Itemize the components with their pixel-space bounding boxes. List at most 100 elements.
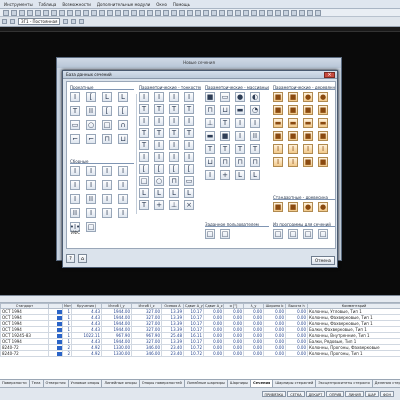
section-shape-icon[interactable]: T — [169, 128, 179, 138]
help-icon[interactable]: ? — [66, 253, 75, 263]
section-shape-icon[interactable]: I — [250, 118, 260, 128]
table-cell[interactable]: 23.40 — [161, 350, 184, 357]
section-shape-icon[interactable]: I — [205, 170, 215, 180]
section-shape-icon[interactable]: + — [220, 170, 230, 180]
section-shape-icon[interactable]: II — [70, 208, 80, 218]
section-shape-icon[interactable]: I — [86, 166, 96, 176]
section-shape-icon[interactable]: T — [184, 128, 194, 138]
table-cell[interactable]: 0.00 — [285, 350, 308, 357]
table-cell[interactable]: Колонны, Прогоны, Тип 1 — [307, 350, 400, 357]
section-shape-icon[interactable]: I — [118, 180, 128, 190]
section-shape-icon[interactable]: ⊔ — [205, 157, 215, 167]
section-shape-icon[interactable]: ■ — [205, 92, 215, 102]
table-cell[interactable]: 0.00 — [223, 350, 244, 357]
section-shape-icon[interactable]: ■ — [220, 131, 230, 141]
table-row[interactable]: 8240-72 2 4.92 1330.00 346.00 23.40 10.72 0.00 0… — [0, 350, 400, 357]
tab-4[interactable]: Линейные опоры — [102, 380, 140, 387]
section-shape-icon[interactable]: [ — [184, 164, 194, 174]
section-shape-icon[interactable]: L — [102, 92, 112, 102]
section-shape-icon[interactable]: II — [250, 131, 260, 141]
section-shape-icon[interactable]: ▬ — [303, 118, 313, 128]
section-shape-icon[interactable]: ● — [318, 202, 328, 212]
menu-item[interactable]: Окно — [156, 2, 167, 7]
section-shape-icon[interactable]: I — [154, 92, 164, 102]
toolbar-icon[interactable] — [235, 9, 241, 16]
section-shape-icon[interactable]: L — [139, 188, 149, 198]
section-shape-icon[interactable]: I — [184, 116, 194, 126]
status-toggle[interactable]: ЛИНИЯ — [345, 391, 364, 397]
toolbar-icon[interactable] — [67, 9, 73, 16]
toolbar-icon[interactable] — [10, 19, 15, 24]
menu-item[interactable]: Инструменты — [4, 2, 33, 7]
section-shape-icon[interactable]: ⊓ — [220, 157, 230, 167]
section-shape-icon[interactable]: □ — [205, 229, 215, 239]
toolbar-icon[interactable] — [163, 9, 169, 16]
status-toggle[interactable]: ДЕКАРТ — [305, 391, 326, 397]
section-shape-icon[interactable]: T — [139, 140, 149, 150]
toolbar-icon[interactable] — [203, 9, 209, 16]
section-shape-icon[interactable]: ▬ — [273, 118, 283, 128]
section-shape-icon[interactable]: ∩ — [118, 120, 128, 130]
tab-6[interactable]: Линейные шарниры — [184, 380, 228, 387]
status-toggle[interactable]: СЕТКА — [287, 391, 305, 397]
toolbar-icon[interactable] — [227, 9, 233, 16]
table-cell[interactable]: 10.72 — [183, 350, 204, 357]
section-shape-icon[interactable]: ▭ — [184, 176, 194, 186]
section-shape-icon[interactable]: L — [235, 170, 245, 180]
table-cell[interactable]: 8240-72 — [0, 350, 49, 357]
home-icon[interactable]: ⌂ — [78, 253, 87, 263]
section-shape-icon[interactable]: ⊥ — [169, 200, 179, 210]
column-header[interactable]: Сдвиг A_y — [183, 303, 204, 309]
table-row[interactable]: ОСТ 1994 1 4.43 1944.00 327.00 13.39 10.17 0.00… — [0, 314, 400, 321]
section-shape-icon[interactable]: [ — [154, 164, 164, 174]
tab-0[interactable]: Поверхности — [0, 380, 30, 387]
toolbar-icon[interactable] — [251, 9, 257, 16]
column-header[interactable]: Осевая A — [161, 303, 184, 309]
toolbar-icon[interactable] — [307, 9, 313, 16]
section-shape-icon[interactable]: I — [154, 152, 164, 162]
section-shape-icon[interactable]: ■ — [288, 131, 298, 141]
section-shape-icon[interactable]: T — [169, 104, 179, 114]
section-shape-icon[interactable]: T — [250, 144, 260, 154]
menu-item[interactable]: Дополнительные модули — [97, 2, 150, 7]
cancel-button[interactable]: Отмена — [311, 256, 335, 265]
section-shape-icon[interactable]: □ — [303, 229, 313, 239]
column-header[interactable]: Ширина b — [263, 303, 286, 309]
section-shape-icon[interactable]: ▬ — [288, 118, 298, 128]
toolbar-icon[interactable] — [187, 9, 193, 16]
section-shape-icon[interactable]: I — [235, 118, 245, 128]
section-shape-icon[interactable]: ■ — [273, 105, 283, 115]
section-shape-icon[interactable]: I — [154, 140, 164, 150]
section-shape-icon[interactable]: ⌐ — [86, 134, 96, 144]
toolbar-icon[interactable] — [267, 9, 273, 16]
section-shape-icon[interactable]: [ — [139, 164, 149, 174]
section-shape-icon[interactable]: ⊓ — [169, 176, 179, 186]
section-shape-icon[interactable]: ▬ — [205, 131, 215, 141]
toolbar-icon[interactable] — [99, 9, 105, 16]
toolbar-icon[interactable] — [275, 9, 281, 16]
toolbar-icon[interactable] — [75, 9, 81, 16]
toolbar-icon[interactable] — [259, 9, 265, 16]
toolbar-icon[interactable] — [211, 9, 217, 16]
section-shape-icon[interactable]: ● — [303, 202, 313, 212]
section-shape-icon[interactable]: ■ — [288, 92, 298, 102]
section-shape-icon[interactable]: T — [139, 104, 149, 114]
toolbar-icon[interactable] — [71, 19, 77, 24]
menu-item[interactable]: Помощь — [173, 2, 190, 7]
table-row[interactable]: 8240-72 2 4.92 1330.00 346.00 23.40 10.72 0.00 0… — [0, 344, 400, 351]
section-shape-icon[interactable]: I — [102, 208, 112, 218]
section-shape-icon[interactable]: I — [288, 157, 298, 167]
tab-3[interactable]: Узловые опоры — [68, 380, 103, 387]
status-toggle[interactable]: ОПРИВ — [326, 391, 345, 397]
section-shape-icon[interactable]: I — [70, 92, 80, 102]
section-shape-icon[interactable]: I — [235, 131, 245, 141]
tab-7[interactable]: Шарниры — [227, 380, 252, 387]
section-shape-icon[interactable]: ⊔ — [118, 134, 128, 144]
menu-item[interactable]: Возможности — [62, 2, 91, 7]
status-toggle[interactable]: ФОН — [379, 391, 394, 397]
section-shape-icon[interactable]: II — [86, 194, 96, 204]
toolbar-icon[interactable] — [27, 9, 33, 16]
tab-11[interactable]: Деления стержней — [372, 380, 400, 387]
section-shape-icon[interactable]: □ — [139, 176, 149, 186]
table-row[interactable]: ОСТ 1994 1 4.43 1944.00 327.00 13.39 10.17 0.00… — [0, 308, 400, 315]
